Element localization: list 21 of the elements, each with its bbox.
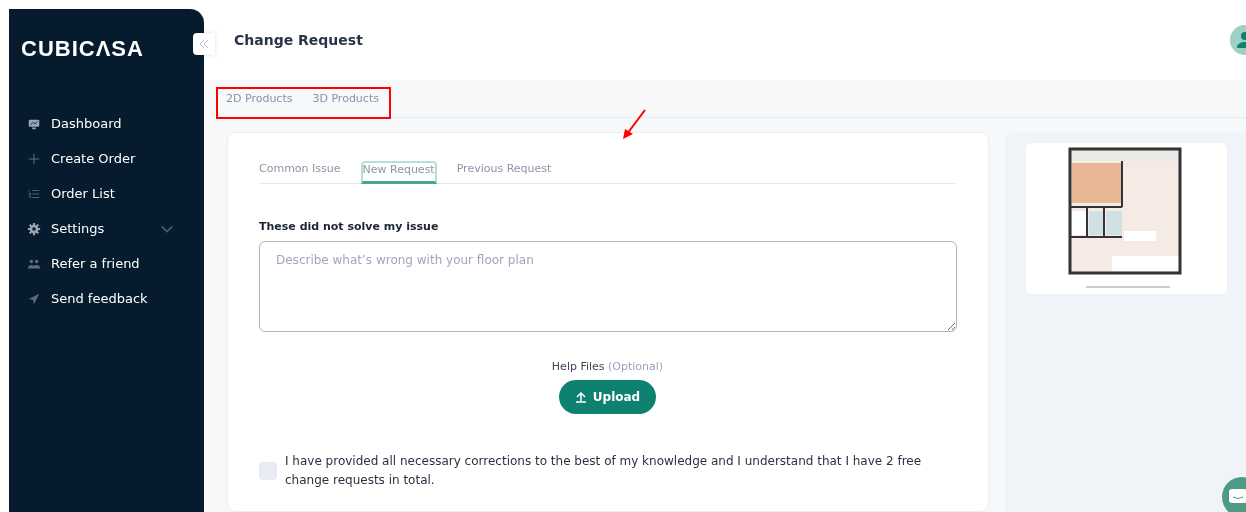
collapse-button[interactable] <box>193 33 215 55</box>
sidebar-item[interactable]: Dashboard <box>21 106 204 141</box>
agreement-text: I have provided all necessary corrections to the best of my knowledge and I understand that I have 2 free change requests in total. <box>285 453 923 489</box>
annotation-arrow <box>621 108 649 140</box>
page-title: Change Request <box>234 32 364 48</box>
gear-icon <box>27 221 41 236</box>
field-label: These did not solve my issue <box>259 220 440 233</box>
sidebar-item[interactable]: Settings <box>21 211 204 246</box>
chat-bubble-icon <box>1229 488 1246 503</box>
description-field[interactable]: Describe what’s wrong with your floor plan <box>259 241 957 332</box>
sidebar-item[interactable]: Order List <box>21 176 204 211</box>
sidebar-item[interactable]: Send feedback <box>21 281 204 316</box>
upload-icon <box>574 391 587 403</box>
sidebar-item[interactable]: Refer a friend <box>21 246 204 281</box>
plus-icon <box>27 151 41 166</box>
logo: CUBICΛSA <box>21 36 144 62</box>
double-chevron-left-icon <box>199 39 209 49</box>
paper-plane-icon <box>27 291 41 306</box>
help-files-label: Help Files (Optional) <box>550 360 665 373</box>
sidebar-item[interactable]: Create Order <box>21 141 204 176</box>
upload-button[interactable]: Upload <box>558 380 657 414</box>
